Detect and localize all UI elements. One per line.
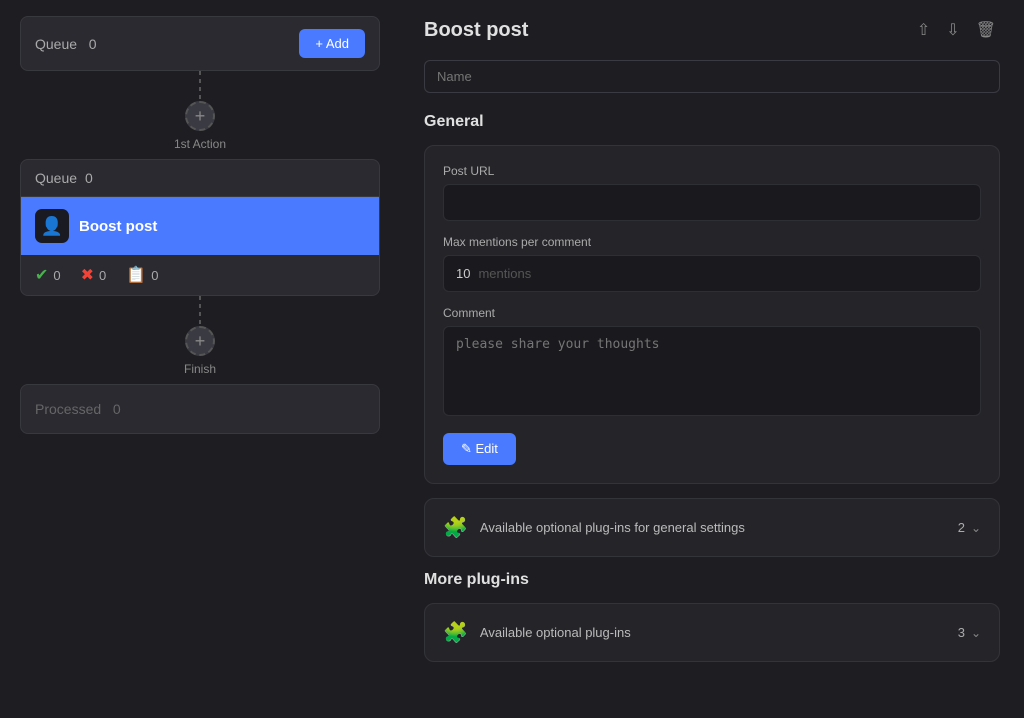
mentions-placeholder: mentions	[478, 266, 531, 281]
chevron-down-button[interactable]: ⇩	[942, 16, 963, 44]
edit-button[interactable]: ✎ Edit	[443, 433, 516, 465]
plus-1-label: +	[195, 106, 206, 127]
plugin-general-row[interactable]: 🧩 Available optional plug-ins for genera…	[424, 498, 1000, 557]
delete-button[interactable]: 🗑	[972, 16, 1000, 44]
right-title: Boost post	[424, 19, 528, 42]
name-input[interactable]	[424, 60, 1000, 93]
stat-pending: 📋 0	[126, 265, 158, 285]
header-actions: ⇧ ⇩ 🗑	[913, 16, 1000, 44]
left-panel: Queue 0 + Add + 1st Action Queue 0 👤 Boo…	[0, 0, 400, 718]
chevron-down-icon: ⌄	[971, 521, 981, 535]
more-chevron-down-icon: ⌄	[971, 626, 981, 640]
plus-circle-1[interactable]: +	[185, 101, 215, 131]
action-header-label: Queue	[35, 170, 77, 186]
queue-top-block: Queue 0 + Add	[20, 16, 380, 71]
boost-label: Boost post	[79, 218, 157, 235]
plugin-general-label: Available optional plug-ins for general …	[480, 520, 745, 535]
connector-line-2	[199, 296, 201, 326]
action-stats: ✔ 0 ✖ 0 📋 0	[21, 255, 379, 295]
processed-label: Processed	[35, 401, 101, 417]
connector-line-1	[199, 71, 201, 101]
more-plugin-left: 🧩 Available optional plug-ins	[443, 620, 631, 645]
plus-circle-2[interactable]: +	[185, 326, 215, 356]
plus-2-label: +	[195, 331, 206, 352]
pending-icon: 📋	[126, 265, 146, 285]
more-plugin-count: 3	[958, 625, 965, 640]
check-icon: ✔	[35, 265, 48, 285]
cross-icon: ✖	[81, 265, 94, 285]
general-section-title: General	[424, 113, 1000, 131]
queue-label-text: Queue	[35, 36, 77, 52]
more-plugin-label: Available optional plug-ins	[480, 625, 631, 640]
mentions-value: 10	[456, 266, 470, 281]
check-count: 0	[53, 268, 60, 283]
action-header-count: 0	[85, 170, 93, 186]
max-mentions-field: 10 mentions	[443, 255, 981, 292]
comment-label: Comment	[443, 306, 981, 320]
plugin-general-right: 2 ⌄	[958, 520, 981, 535]
boost-row[interactable]: 👤 Boost post	[21, 197, 379, 255]
action-1-label: 1st Action	[174, 137, 226, 151]
right-panel: Boost post ⇧ ⇩ 🗑 General Post URL Max me…	[400, 0, 1024, 718]
post-url-input[interactable]	[443, 184, 981, 221]
cross-count: 0	[99, 268, 106, 283]
stat-check: ✔ 0	[35, 265, 61, 285]
more-plugin-right: 3 ⌄	[958, 625, 981, 640]
more-plugins-title: More plug-ins	[424, 571, 1000, 589]
boost-icon: 👤	[35, 209, 69, 243]
chevron-up-button[interactable]: ⇧	[913, 16, 934, 44]
processed-block: Processed 0	[20, 384, 380, 434]
more-plugin-icon: 🧩	[443, 620, 468, 645]
plugin-general-count: 2	[958, 520, 965, 535]
comment-textarea[interactable]	[443, 326, 981, 416]
post-url-label: Post URL	[443, 164, 981, 178]
max-mentions-label: Max mentions per comment	[443, 235, 981, 249]
queue-top-count: 0	[89, 36, 97, 52]
stat-cross: ✖ 0	[81, 265, 107, 285]
processed-count: 0	[113, 401, 121, 417]
finish-label: Finish	[184, 362, 216, 376]
more-plugin-row[interactable]: 🧩 Available optional plug-ins 3 ⌄	[424, 603, 1000, 662]
plugin-general-left: 🧩 Available optional plug-ins for genera…	[443, 515, 745, 540]
action-block: Queue 0 👤 Boost post ✔ 0 ✖ 0 📋 0	[20, 159, 380, 296]
right-header: Boost post ⇧ ⇩ 🗑	[424, 16, 1000, 44]
pending-count: 0	[151, 268, 158, 283]
add-button[interactable]: + Add	[299, 29, 365, 58]
queue-top-label: Queue 0	[35, 36, 97, 52]
action-block-header: Queue 0	[21, 160, 379, 197]
plugin-general-icon: 🧩	[443, 515, 468, 540]
general-section: Post URL Max mentions per comment 10 men…	[424, 145, 1000, 484]
